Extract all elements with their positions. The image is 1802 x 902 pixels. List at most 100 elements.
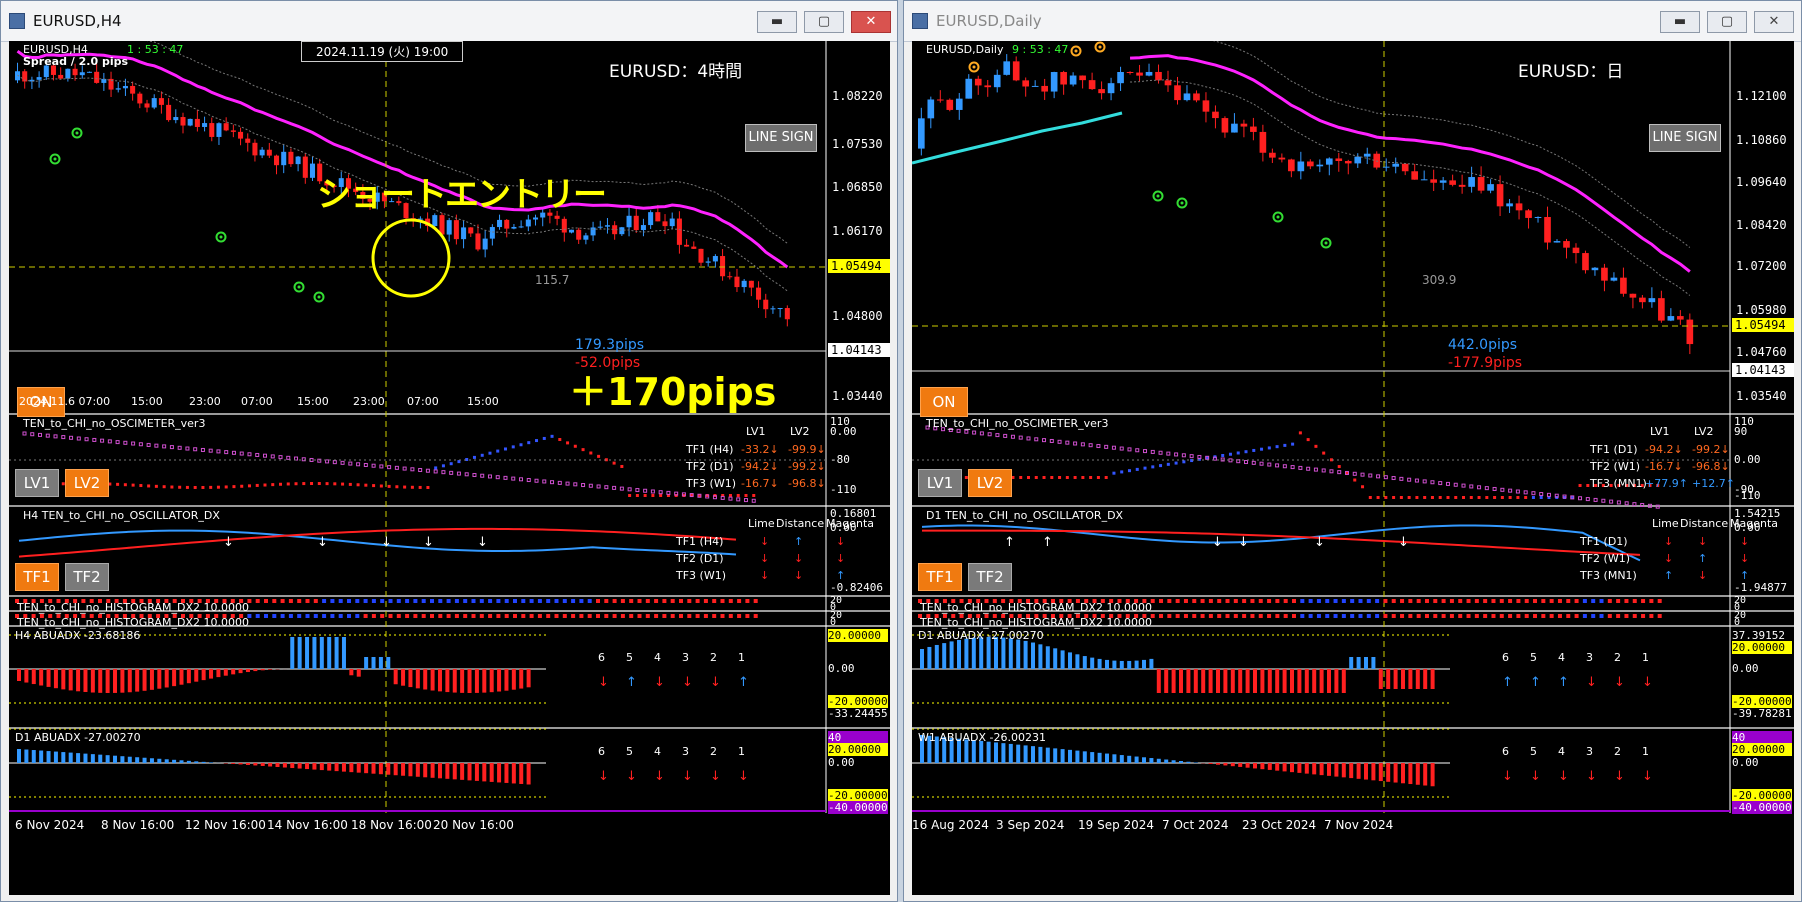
histogram-cell — [737, 599, 742, 603]
minimize-button[interactable]: ▬ — [1660, 11, 1700, 33]
lv2-header: LV2 — [790, 425, 810, 438]
osc-dot — [317, 482, 321, 486]
abu-bar — [1016, 744, 1021, 763]
abu-bar — [349, 763, 354, 773]
histogram-cell — [554, 614, 559, 618]
on-button[interactable]: ON — [920, 387, 968, 417]
bar-timer: 1 : 53 : 47 — [127, 43, 184, 56]
abu-bar — [1319, 763, 1324, 776]
osc-dot-magenta — [286, 455, 291, 460]
histogram-cell — [1391, 614, 1396, 618]
candle-body — [482, 238, 488, 250]
osc-dot-magenta — [1298, 465, 1303, 470]
time-tick: 07:00 — [407, 395, 439, 408]
abu-bar — [1134, 756, 1139, 763]
chart-area[interactable]: EURUSD,H4 1 : 53 : 47 Spread / 2.0 pips 202… — [9, 41, 890, 895]
close-button[interactable]: ✕ — [851, 11, 891, 33]
histogram-cell — [1183, 614, 1188, 618]
abu-bar — [142, 757, 147, 763]
osc-dot — [1399, 496, 1403, 499]
histogram-cell — [1524, 614, 1529, 618]
candle-body — [1553, 241, 1561, 243]
lv1-value: -94.2↓ — [1645, 443, 1683, 456]
abu-bar — [386, 763, 391, 775]
osc-dot-magenta — [30, 432, 35, 437]
candle-body — [1288, 159, 1295, 172]
abu-bar — [964, 638, 969, 669]
histogram-cell — [264, 599, 268, 603]
abu-bar — [415, 669, 420, 689]
osc-dot-magenta — [169, 445, 174, 450]
dx-distance-arrow: ↓ — [794, 552, 804, 565]
dx-lime-arrow: ↓ — [1664, 535, 1674, 548]
abu-bar — [223, 669, 228, 676]
line-sign-button[interactable]: LINE SIGN — [1649, 124, 1721, 152]
abu-bar — [179, 669, 184, 685]
chart-window-h4[interactable]: EURUSD,H4 ▬ ▢ ✕ EURUSD,H4 1 : 53 : 47 Spre… — [0, 0, 898, 902]
osc-axis-label: -80 — [830, 453, 850, 466]
tf2-button[interactable]: TF2 — [968, 563, 1012, 591]
osc-dot-magenta — [1508, 488, 1513, 493]
histogram-cell — [1200, 599, 1205, 603]
lv1-button[interactable]: LV1 — [15, 469, 59, 497]
lv1-button[interactable]: LV1 — [918, 469, 962, 497]
dx-arrow-marker: ↓ — [381, 535, 392, 550]
abu-bar — [164, 759, 169, 763]
histogram-cell — [1657, 614, 1662, 618]
tf2-button[interactable]: TF2 — [65, 563, 109, 591]
abu-bar — [1142, 659, 1146, 669]
candle-body — [1041, 85, 1048, 92]
osc-dot — [503, 447, 507, 451]
tf1-button[interactable]: TF1 — [15, 563, 59, 591]
time-tick: 23:00 — [189, 395, 221, 408]
abu-bar — [231, 669, 236, 675]
candle-body — [1088, 80, 1096, 90]
chart-window-daily[interactable]: EURUSD,Daily ▬ ▢ ✕ EURUSD,Daily 9 : 53 : … — [903, 0, 1802, 902]
abu-bar — [979, 740, 984, 763]
lv1-header: LV1 — [1650, 425, 1670, 438]
candle-body — [461, 227, 467, 240]
abu-bar — [1127, 755, 1132, 763]
osc-dot — [1423, 496, 1427, 499]
dx-lime-header: Lime — [748, 517, 775, 530]
abu-period-number: 5 — [626, 745, 633, 758]
lv2-button[interactable]: LV2 — [65, 469, 109, 497]
osc-dot-magenta — [270, 454, 275, 459]
window-titlebar[interactable]: EURUSD,H4 ▬ ▢ ✕ — [1, 1, 897, 42]
abu-bar — [1045, 747, 1050, 763]
window-titlebar[interactable]: EURUSD,Daily ▬ ▢ ✕ — [904, 1, 1801, 42]
maximize-button[interactable]: ▢ — [1707, 11, 1747, 33]
histogram-cell — [1375, 599, 1380, 603]
histogram-cell — [1192, 599, 1197, 603]
lv2-button[interactable]: LV2 — [968, 469, 1012, 497]
osc-dot — [240, 484, 244, 488]
abu-bar — [957, 639, 961, 669]
histogram-cell — [1649, 614, 1654, 618]
osc-dot-magenta — [1096, 444, 1101, 449]
dx-magenta-arrow: ↑ — [1740, 569, 1750, 582]
chart-area[interactable]: EURUSD,Daily 9 : 53 : 47 EURUSD：日 LINE SIGN… — [912, 41, 1794, 895]
abu-bar — [149, 758, 154, 763]
lv1-value: -16.7↓ — [741, 477, 779, 490]
osc-dot — [1034, 476, 1038, 479]
candle-body — [144, 103, 150, 108]
osc-dot — [1376, 496, 1380, 499]
abu-bar — [238, 669, 243, 674]
histogram-cell — [1549, 614, 1554, 618]
minimize-button[interactable]: ▬ — [757, 11, 797, 33]
close-button[interactable]: ✕ — [1754, 11, 1794, 33]
abu-bar — [460, 763, 465, 780]
abu-period-number: 5 — [1530, 651, 1537, 664]
histogram-cell — [1258, 614, 1263, 618]
abu-bar — [949, 641, 954, 669]
candle-body — [230, 130, 236, 132]
maximize-button[interactable]: ▢ — [804, 11, 844, 33]
osc-dot — [1524, 496, 1528, 499]
line-sign-button[interactable]: LINE SIGN — [745, 124, 817, 152]
abu-bar — [186, 669, 191, 684]
current-price-box: 1.04143 — [828, 343, 890, 357]
osc-dot-magenta — [45, 433, 50, 438]
abu-bar — [312, 763, 317, 770]
histogram-cell — [338, 614, 343, 618]
tf1-button[interactable]: TF1 — [918, 563, 962, 591]
